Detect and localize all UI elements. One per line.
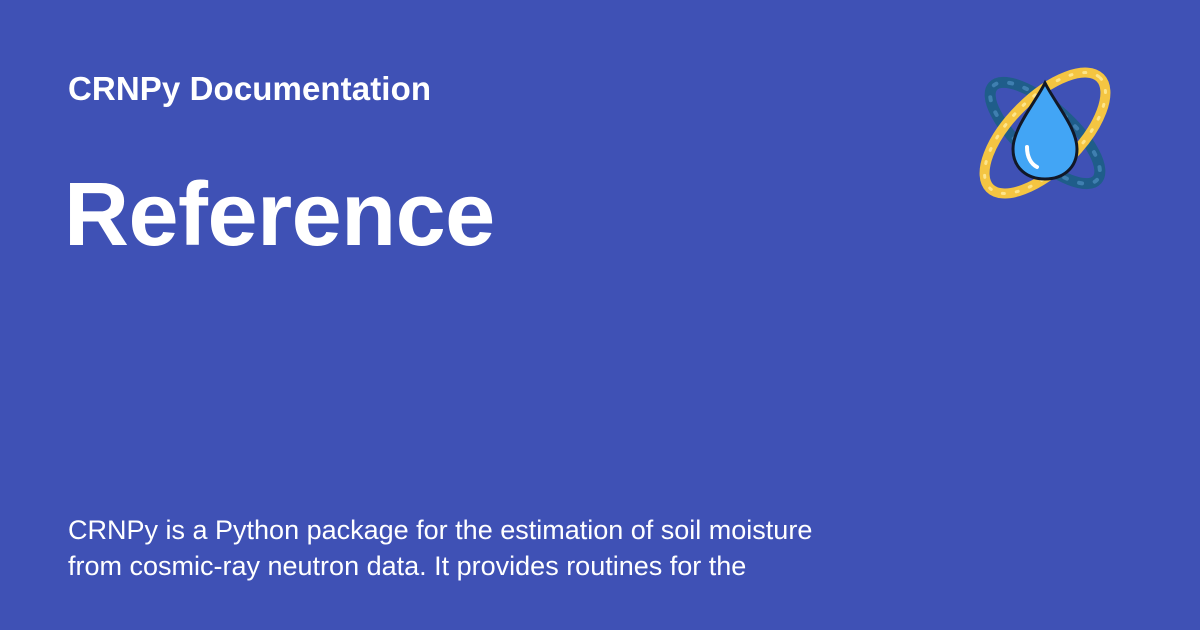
site-name: CRNPy Documentation (68, 70, 432, 107)
page-description: CRNPy is a Python package for the estima… (68, 515, 813, 581)
water-drop-orbit-icon (965, 55, 1125, 210)
page-title: Reference (64, 165, 495, 265)
social-card: CRNPy Documentation Reference CRNPy is a… (0, 0, 1200, 630)
water-drop-shape (1011, 79, 1079, 181)
logo-svg (979, 67, 1111, 199)
